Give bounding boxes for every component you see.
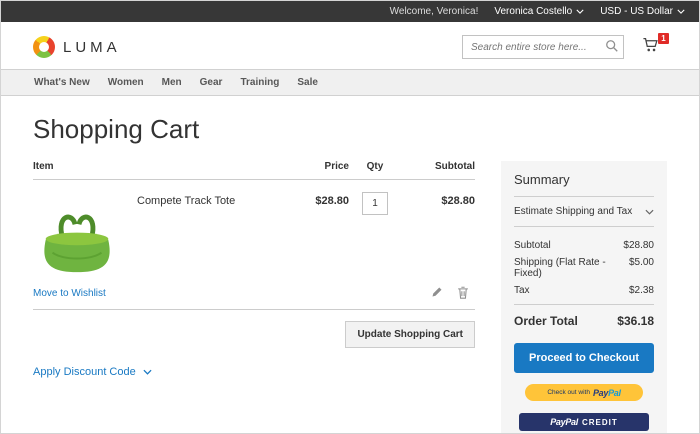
item-cell: Compete Track Tote: [33, 192, 287, 280]
proceed-to-checkout-button[interactable]: Proceed to Checkout: [514, 343, 654, 373]
qty-cell: [349, 192, 401, 280]
move-to-wishlist-link[interactable]: Move to Wishlist: [33, 288, 106, 299]
welcome-message: Welcome, Veronica!: [390, 6, 479, 17]
cart-count-badge: 1: [658, 33, 669, 44]
tax-label: Tax: [514, 285, 530, 296]
item-subtotal: $28.80: [401, 195, 475, 280]
column-header-subtotal: Subtotal: [401, 161, 475, 172]
shipping-value: $5.00: [629, 257, 654, 279]
cart-icon: [642, 40, 659, 57]
logo-text: LUMA: [63, 39, 121, 56]
update-cart-button[interactable]: Update Shopping Cart: [345, 321, 475, 348]
account-name: Veronica Costello: [494, 6, 572, 17]
order-total-row: Order Total $36.18: [514, 304, 654, 328]
order-total-label: Order Total: [514, 314, 578, 328]
item-price: $28.80: [287, 195, 349, 280]
order-total-value: $36.18: [617, 314, 654, 328]
qty-input[interactable]: [362, 192, 388, 215]
estimate-label: Estimate Shipping and Tax: [514, 206, 632, 217]
nav-item-sale[interactable]: Sale: [288, 70, 327, 95]
site-header: LUMA 1: [1, 22, 699, 69]
paypal-checkout-prefix: Check out with: [547, 389, 590, 396]
tax-value: $2.38: [629, 285, 654, 296]
nav-item-men[interactable]: Men: [153, 70, 191, 95]
paypal-credit-logo: PayPal: [550, 417, 578, 427]
chevron-down-icon: [677, 9, 685, 14]
currency-menu[interactable]: USD - US Dollar: [600, 6, 685, 17]
cart-table-header: Item Price Qty Subtotal: [33, 161, 475, 180]
item-actions-row: Move to Wishlist: [33, 284, 475, 310]
column-header-qty: Qty: [349, 161, 401, 172]
account-menu[interactable]: Veronica Costello: [494, 6, 584, 17]
page-title: Shopping Cart: [33, 114, 667, 145]
tax-row: Tax $2.38: [514, 285, 654, 296]
summary-panel: Summary Estimate Shipping and Tax Subtot…: [501, 161, 667, 434]
item-action-icons: [431, 286, 475, 299]
nav-item-women[interactable]: Women: [99, 70, 153, 95]
product-image[interactable]: [33, 192, 121, 280]
search-box: [462, 35, 624, 59]
luma-logo-icon: [33, 36, 55, 58]
paypal-checkout-button[interactable]: Check out with PayPal: [525, 384, 643, 401]
store-logo[interactable]: LUMA: [33, 36, 121, 58]
cart-items-section: Item Price Qty Subtotal: [33, 161, 475, 380]
cart-footer: Update Shopping Cart: [33, 310, 475, 348]
summary-title: Summary: [514, 172, 654, 197]
column-header-item: Item: [33, 161, 287, 172]
minicart-button[interactable]: 1: [642, 37, 667, 58]
chevron-down-icon: [576, 9, 584, 14]
subtotal-row: Subtotal $28.80: [514, 240, 654, 251]
main-nav: What's New Women Men Gear Training Sale: [1, 69, 699, 96]
nav-item-gear[interactable]: Gear: [191, 70, 232, 95]
shipping-label: Shipping (Flat Rate - Fixed): [514, 257, 629, 279]
header-right: 1: [462, 35, 667, 59]
paypal-credit-word: CREDIT: [582, 418, 618, 427]
search-icon[interactable]: [605, 39, 619, 53]
totals-table: Subtotal $28.80 Shipping (Flat Rate - Fi…: [514, 227, 654, 330]
chevron-down-icon: [143, 369, 152, 375]
currency-label: USD - US Dollar: [600, 6, 673, 17]
paypal-logo: PayPal: [593, 388, 621, 398]
estimate-shipping-toggle[interactable]: Estimate Shipping and Tax: [514, 197, 654, 227]
apply-discount-toggle[interactable]: Apply Discount Code: [33, 366, 152, 378]
search-input[interactable]: [462, 35, 624, 59]
discount-label: Apply Discount Code: [33, 366, 136, 378]
column-header-price: Price: [287, 161, 349, 172]
nav-item-training[interactable]: Training: [231, 70, 288, 95]
chevron-down-icon: [645, 209, 654, 215]
subtotal-value: $28.80: [623, 240, 654, 251]
subtotal-label: Subtotal: [514, 240, 551, 251]
remove-item-icon[interactable]: [457, 286, 469, 299]
paypal-credit-button[interactable]: PayPal CREDIT: [519, 413, 649, 431]
nav-item-whats-new[interactable]: What's New: [25, 70, 99, 95]
shopping-cart-page: Welcome, Veronica! Veronica Costello USD…: [0, 0, 700, 434]
main-content: Item Price Qty Subtotal: [1, 161, 699, 434]
top-bar: Welcome, Veronica! Veronica Costello USD…: [1, 1, 699, 22]
cart-item-row: Compete Track Tote $28.80 $28.80: [33, 180, 475, 284]
edit-item-icon[interactable]: [431, 286, 443, 299]
product-name[interactable]: Compete Track Tote: [137, 195, 235, 280]
shipping-row: Shipping (Flat Rate - Fixed) $5.00: [514, 257, 654, 279]
